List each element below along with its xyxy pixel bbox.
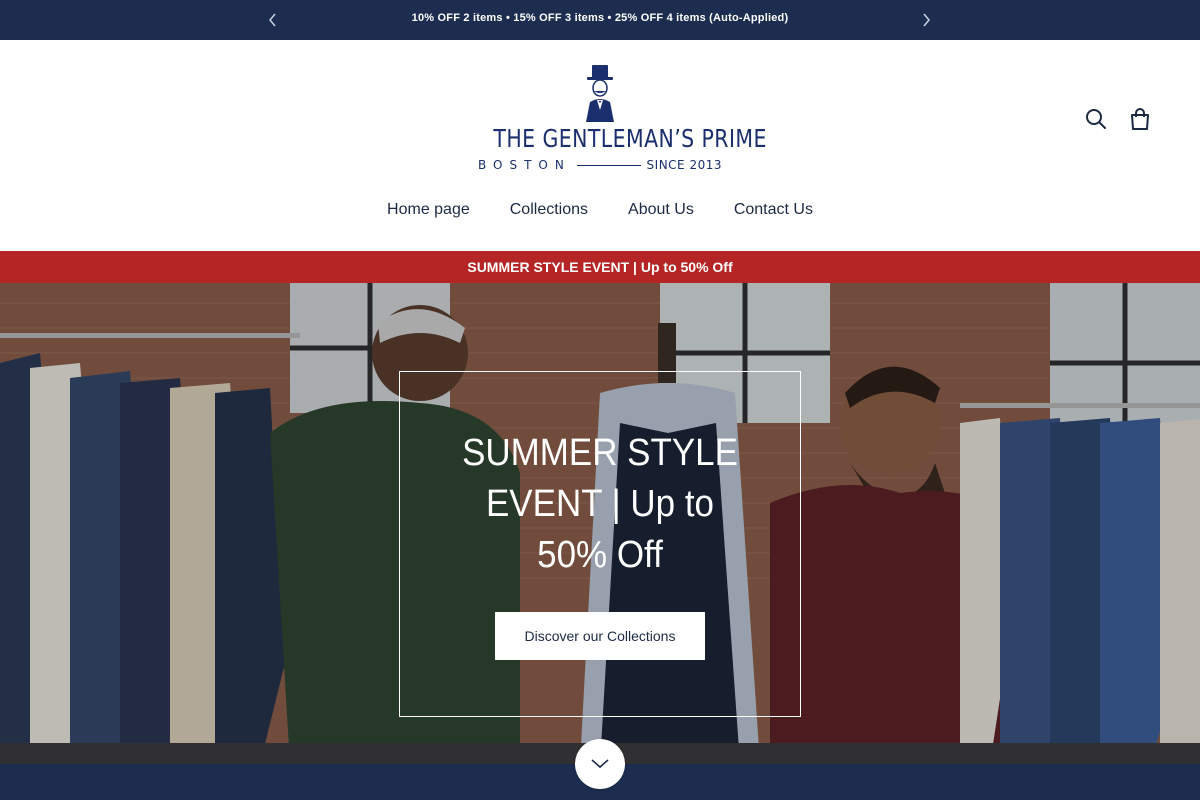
search-button[interactable] [1083,106,1109,132]
nav-item-collections[interactable]: Collections [510,201,588,219]
search-icon [1086,109,1106,129]
main-nav: Home page Collections About Us Contact U… [0,201,1200,219]
store-logo[interactable]: THE GENTLEMAN’S PRIME BOSTON SINCE 2013 [470,64,767,174]
logo-name: THE GENTLEMAN’S PRIME [493,124,767,153]
hero-title: SUMMER STYLE EVENT | Up to 50% Off [462,432,738,576]
discover-collections-button[interactable]: Discover our Collections [495,612,705,660]
shopping-bag-icon [1131,108,1149,130]
logo-subline: BOSTON SINCE 2013 [478,158,722,172]
announcement-bar: 10% OFF 2 items • 15% OFF 3 items • 25% … [0,0,1200,40]
logo-divider [576,164,641,166]
announcement-text: 10% OFF 2 items • 15% OFF 3 items • 25% … [411,12,789,24]
logo-city: BOSTON [478,158,571,172]
scroll-down-button[interactable] [575,739,625,789]
promo-banner[interactable]: SUMMER STYLE EVENT | Up to 50% Off [0,251,1200,283]
nav-item-contact[interactable]: Contact Us [734,201,813,219]
site-header: THE GENTLEMAN’S PRIME BOSTON SINCE 2013 … [0,40,1200,251]
chevron-right-icon [923,13,930,27]
hero-section: SUMMER STYLE EVENT | Up to 50% Off Disco… [0,283,1200,764]
chevron-down-icon [591,759,609,769]
hero-content-box: SUMMER STYLE EVENT | Up to 50% Off Disco… [399,371,801,717]
announcement-next-button[interactable] [916,10,936,30]
nav-item-about[interactable]: About Us [628,201,694,219]
cart-button[interactable] [1127,106,1153,132]
logo-since: SINCE 2013 [646,158,722,172]
nav-item-home[interactable]: Home page [387,201,470,219]
gentleman-logo-icon [586,65,614,122]
